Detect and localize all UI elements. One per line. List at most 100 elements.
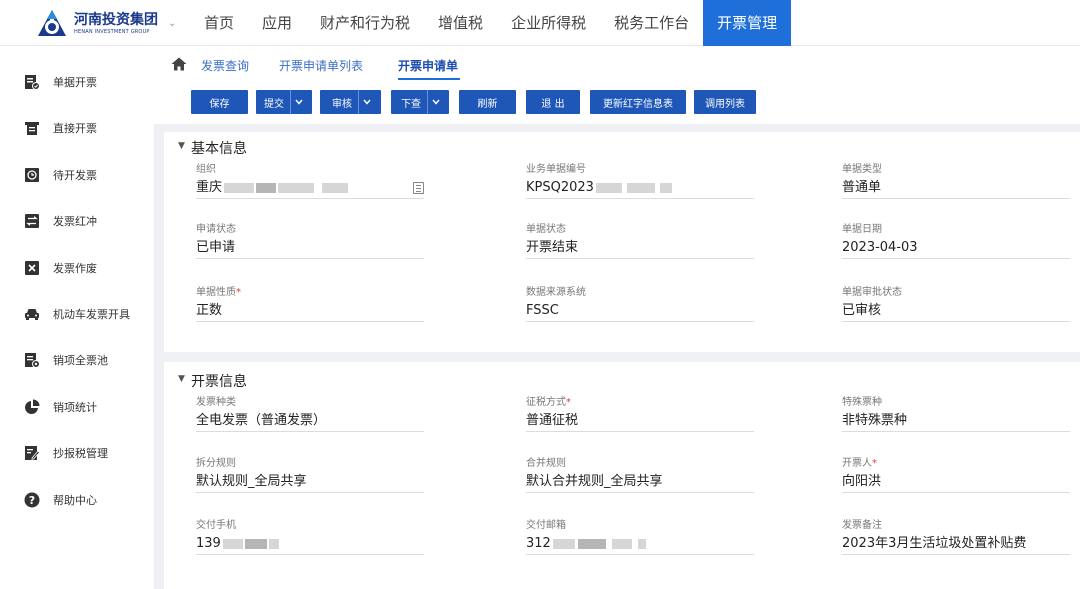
chevron-down-icon[interactable]	[290, 90, 306, 114]
nav-property-tax[interactable]: 财产和行为税	[306, 0, 424, 46]
next-query-button[interactable]: 下查	[391, 90, 449, 114]
invoice-info-title: 开票信息	[191, 374, 247, 390]
tax-method-field: 征税方式* 普通征税	[526, 397, 754, 432]
sidebar-item-label: 机动车发票开具	[53, 308, 130, 321]
doc-type-label: 单据类型	[842, 164, 882, 175]
redacted-block	[611, 538, 632, 549]
breadcrumb-application-form[interactable]: 开票申请单	[398, 57, 458, 74]
doc-type-field: 单据类型 普通单	[842, 164, 1070, 199]
doc-nature-value: 正数	[196, 300, 424, 322]
merge-rule-value: 默认合并规则_全局共享	[526, 471, 754, 493]
redacted-block	[659, 182, 672, 193]
sidebar-item-help-center[interactable]: ? 帮助中心	[0, 482, 154, 518]
redacted-block	[577, 538, 606, 549]
tax-method-value: 普通征税	[526, 410, 754, 432]
biz-no-value: KPSQ2023	[526, 177, 754, 199]
call-list-button-label: 调用列表	[705, 98, 745, 110]
data-source-field: 数据来源系统 FSSC	[526, 287, 754, 322]
sidebar-item-output-pool[interactable]: 销项全票池	[0, 342, 154, 378]
save-button-label: 保存	[209, 98, 230, 110]
nav-corporate-tax[interactable]: 企业所得税	[497, 0, 600, 46]
review-button[interactable]: 审核	[320, 90, 381, 114]
active-tab-indicator	[398, 78, 460, 80]
issuer-value: 向阳洪	[842, 471, 1070, 493]
lookup-list-icon[interactable]	[413, 182, 424, 194]
pie-chart-icon	[25, 399, 40, 414]
sidebar-item-label: 销项全票池	[53, 354, 108, 367]
update-red-info-button[interactable]: 更新红字信息表	[590, 90, 686, 114]
doc-date-field: 单据日期 2023-04-03	[842, 224, 1070, 259]
exit-button[interactable]: 退 出	[526, 90, 580, 114]
sidebar-item-pending-invoices[interactable]: 待开发票	[0, 157, 154, 193]
nav-invoice-management[interactable]: 开票管理	[703, 0, 792, 46]
nav-tax-workbench[interactable]: 税务工作台	[600, 0, 703, 46]
sidebar-item-document-invoicing[interactable]: 单据开票	[0, 64, 154, 100]
org-field[interactable]: 组织 重庆	[196, 164, 424, 199]
basic-info-panel: ▼ 基本信息 组织 重庆 业务单据编号 KPSQ2023 单据类型 普通单 申请…	[164, 132, 1080, 352]
svg-text:?: ?	[29, 494, 35, 507]
chevron-down-icon[interactable]	[358, 90, 374, 114]
sidebar-item-red-reversal[interactable]: 发票红冲	[0, 203, 154, 239]
merge-rule-label: 合并规则	[526, 458, 566, 469]
redacted-block	[256, 182, 277, 193]
brand-logo-icon	[38, 10, 66, 36]
redacted-block	[268, 538, 279, 549]
refresh-button[interactable]: 刷新	[459, 90, 516, 114]
x-box-icon	[25, 261, 39, 275]
phone-label: 交付手机	[196, 520, 236, 531]
brand-logo[interactable]: 河南投资集团 HENAN INVESTMENT GROUP	[36, 8, 158, 40]
help-icon: ?	[24, 492, 40, 508]
doc-status-label: 单据状态	[526, 224, 566, 235]
sidebar-item-void-invoice[interactable]: 发票作废	[0, 250, 154, 286]
next-query-button-label: 下查	[401, 98, 421, 110]
doc-date-value: 2023-04-03	[842, 237, 1070, 259]
org-value[interactable]: 重庆	[196, 177, 424, 199]
remark-label: 发票备注	[842, 520, 882, 531]
collapse-icon[interactable]: ▼	[178, 141, 185, 151]
tax-method-label-row: 征税方式*	[526, 397, 754, 409]
issuer-field: 开票人* 向阳洪	[842, 458, 1070, 493]
collapse-icon[interactable]: ▼	[178, 374, 185, 384]
tax-method-label: 征税方式	[526, 397, 566, 408]
invoice-type-field: 发票种类 全电发票（普通发票）	[196, 397, 424, 432]
redacted-block	[552, 538, 575, 549]
sidebar-item-output-statistics[interactable]: 销项统计	[0, 389, 154, 425]
redacted-block	[595, 182, 622, 193]
nav-vat[interactable]: 增值税	[424, 0, 497, 46]
review-button-label: 审核	[332, 98, 352, 110]
chevron-down-icon[interactable]	[427, 90, 443, 114]
save-button[interactable]: 保存	[191, 90, 248, 114]
special-type-label: 特殊票种	[842, 397, 882, 408]
redacted-block	[626, 182, 655, 193]
breadcrumb-invoice-query[interactable]: 发票查询	[201, 57, 249, 74]
approval-status-value: 已审核	[842, 300, 1070, 322]
sidebar: 单据开票 直接开票 待开发票 发票红冲 发票作废 机动车发票开具 销项全票池 销…	[0, 46, 154, 589]
redacted-block	[322, 182, 349, 193]
exit-button-label: 退 出	[541, 98, 565, 110]
nav-home[interactable]: 首页	[190, 0, 248, 46]
call-list-button[interactable]: 调用列表	[694, 90, 756, 114]
phone-field: 交付手机 139	[196, 520, 424, 555]
printer-icon	[25, 122, 39, 135]
org-label: 组织	[196, 164, 216, 175]
submit-button-label: 提交	[264, 98, 284, 110]
doc-type-value: 普通单	[842, 177, 1070, 199]
submit-button[interactable]: 提交	[256, 90, 312, 114]
nav-apps[interactable]: 应用	[248, 0, 306, 46]
doc-status-field: 单据状态 开票结束	[526, 224, 754, 259]
swap-icon	[25, 214, 39, 228]
breadcrumb-application-list[interactable]: 开票申请单列表	[279, 57, 363, 74]
doc-date-label: 单据日期	[842, 224, 882, 235]
sidebar-item-label: 单据开票	[53, 76, 97, 89]
sidebar-item-vehicle-invoice[interactable]: 机动车发票开具	[0, 296, 154, 332]
phone-text: 139	[196, 536, 221, 551]
sidebar-item-direct-invoicing[interactable]: 直接开票	[0, 110, 154, 146]
required-mark: *	[566, 397, 571, 408]
sidebar-item-label: 帮助中心	[53, 494, 97, 507]
invoice-info-panel: ▼ 开票信息 发票种类 全电发票（普通发票） 征税方式* 普通征税 特殊票种 非…	[164, 362, 1080, 589]
sidebar-item-tax-filing[interactable]: 抄报税管理	[0, 435, 154, 471]
chevron-down-icon[interactable]: ⌄	[168, 18, 176, 29]
update-red-info-button-label: 更新红字信息表	[603, 98, 673, 110]
split-rule-label: 拆分规则	[196, 458, 236, 469]
home-icon[interactable]	[171, 57, 187, 71]
